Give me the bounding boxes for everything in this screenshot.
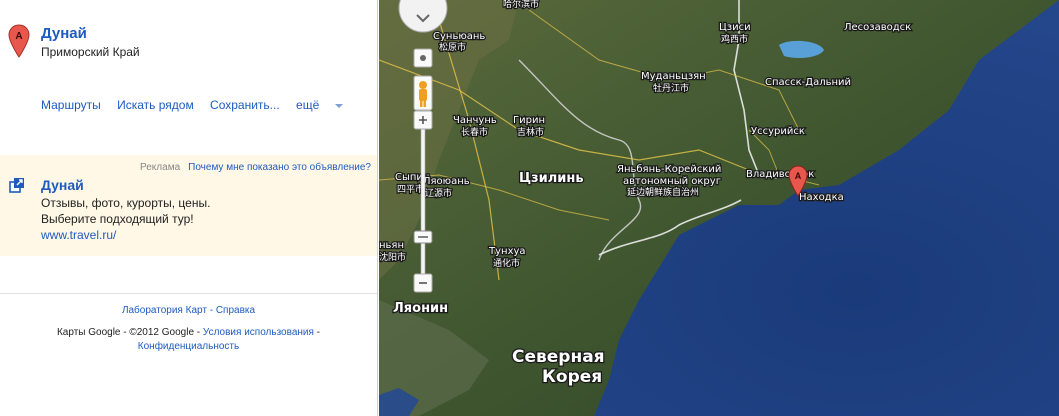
more-label: ещё <box>296 98 320 112</box>
ad-url-link[interactable]: www.travel.ru/ <box>41 228 116 242</box>
map-label-nakhodka: Находка <box>799 192 844 203</box>
map-label-liaoyuan-zh: 辽源市 <box>425 187 452 199</box>
ad-text-line-1: Отзывы, фото, курорты, цены. <box>41 196 211 210</box>
map-label-changchun-zh: 长春市 <box>461 126 488 138</box>
privacy-link[interactable]: Конфиденциальность <box>138 341 239 352</box>
why-ad-link[interactable]: Почему мне показано это объявление? <box>188 162 371 173</box>
map-label-sypin-zh: 四平市 <box>397 183 424 195</box>
ad-block: Реклама Почему мне показано это объявлени… <box>0 155 377 256</box>
ad-text-line-2: Выберите подходящий тур! <box>41 212 194 226</box>
map-label-shenyang-zh: 沈阳市 <box>379 251 406 263</box>
copyright-text: Карты Google - ©2012 Google - <box>56 327 203 338</box>
map-label-jixi: Цзиси <box>719 22 751 33</box>
map-label-mudanjiang-zh: 牡丹江市 <box>653 82 689 94</box>
map-label-north-korea-2: Корея <box>542 367 602 387</box>
help-link[interactable]: Справка <box>216 305 255 316</box>
map-label-lesozavodsk: Лесозаводск <box>844 22 911 33</box>
place-subtitle: Приморский Край <box>41 45 140 59</box>
map-label-sunyuan-zh: 松原市 <box>439 41 466 53</box>
map-label-yanbian-1: Яньбянь-Корейский <box>617 164 721 175</box>
footer-links: Лаборатория Карт - Справка <box>0 305 377 316</box>
pegman-icon[interactable] <box>413 75 433 111</box>
ad-title[interactable]: Дунай <box>41 177 84 193</box>
marker-letter: A <box>15 31 22 42</box>
map-label-jilin: Гирин <box>513 115 545 126</box>
external-link-icon[interactable] <box>9 177 25 198</box>
ad-label: Реклама <box>140 162 181 173</box>
chevron-down-icon <box>335 103 344 108</box>
map-label-sunyuan: Суньюань <box>433 31 485 42</box>
map-label-tonghua: Тунхуа <box>488 246 526 257</box>
map-label-north-korea-1: Северная <box>512 347 605 367</box>
footer-dash: - <box>313 327 321 338</box>
save-link[interactable]: Сохранить... <box>210 98 280 112</box>
zoom-slider-handle[interactable] <box>413 230 433 244</box>
map-label-top-city-zh: 哈尔滨市 <box>503 0 539 10</box>
map-label-shenyang: ньян <box>379 240 404 251</box>
place-title[interactable]: Дунай <box>41 25 87 42</box>
map-label-jilin-province: Цзилинь <box>519 171 584 186</box>
map-label-jixi-zh: 鸡西市 <box>721 33 748 45</box>
satellite-map[interactable]: 哈尔滨市 Лесозаводск Цзиси 鸡西市 Суньюань 松原市 … <box>379 0 1059 416</box>
footer-copyright: Карты Google - ©2012 Google - Условия ис… <box>0 326 377 354</box>
zoom-track[interactable] <box>420 123 426 287</box>
map-label-ussuriysk: Уссурийск <box>751 126 805 137</box>
terms-link[interactable]: Условия использования <box>203 327 314 338</box>
sidebar-panel: A Дунай Приморский Край Маршруты Искать … <box>0 0 378 416</box>
map-label-liaoning: Ляонин <box>393 301 448 316</box>
map-label-yanbian-2: автономный округ <box>623 176 721 187</box>
more-dropdown[interactable]: ещё <box>296 98 356 112</box>
map-marker-letter: A <box>795 171 802 181</box>
map-label-spassk: Спасск-Дальний <box>765 77 851 88</box>
zoom-out-button[interactable] <box>413 273 433 293</box>
reset-view-button[interactable] <box>413 48 433 68</box>
ad-note: Реклама Почему мне показано это объявлени… <box>140 162 371 173</box>
action-links: Маршруты Искать рядом Сохранить... ещё <box>41 98 369 112</box>
footer-separator: - <box>206 305 216 316</box>
map-label-jilin-zh: 吉林市 <box>517 126 544 138</box>
map-label-changchun: Чанчунь <box>453 115 497 126</box>
map-label-mudanjiang: Муданьцзян <box>641 71 706 82</box>
map-label-yanbian-zh: 延边朝鲜族自治州 <box>627 186 699 198</box>
maps-labs-link[interactable]: Лаборатория Карт <box>122 305 207 316</box>
footer-divider <box>0 293 377 294</box>
routes-link[interactable]: Маршруты <box>41 98 101 112</box>
map-label-tonghua-zh: 通化市 <box>493 257 520 269</box>
zoom-in-button[interactable] <box>413 110 433 130</box>
map-label-liaoyuan: Ляоюань <box>423 176 470 187</box>
search-nearby-link[interactable]: Искать рядом <box>117 98 194 112</box>
map-marker-icon[interactable]: A <box>8 24 30 63</box>
